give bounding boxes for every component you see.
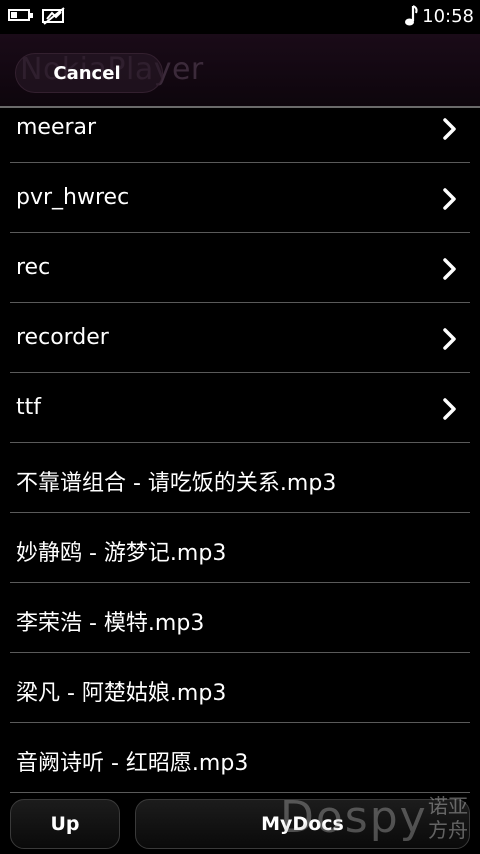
file-list: meerar pvr_hwrecrec recorder ttf 不靠谱组合 - 请吃饭… xyxy=(0,93,480,793)
clock: 10:58 xyxy=(422,6,474,27)
mute-icon xyxy=(42,7,65,25)
list-item-label: 妙静鸥 - 游梦记.mp3 xyxy=(16,541,227,566)
file-row[interactable]: 不靠谱组合 - 请吃饭的关系.mp3 xyxy=(10,443,470,513)
list-item-label: 音阙诗听 - 红昭愿.mp3 xyxy=(16,751,249,776)
folder-row[interactable]: rec xyxy=(10,233,470,303)
list-item-label: ttf xyxy=(16,395,41,420)
bottom-toolbar: Up MyDocs xyxy=(0,794,480,854)
folder-row[interactable]: recorder xyxy=(10,303,470,373)
title-divider xyxy=(0,106,480,108)
up-button[interactable]: Up xyxy=(10,799,120,849)
list-item-label: recorder xyxy=(16,325,109,350)
mydocs-button[interactable]: MyDocs xyxy=(135,799,470,849)
list-item-label: 不靠谱组合 - 请吃饭的关系.mp3 xyxy=(16,471,337,496)
list-item-label: meerar xyxy=(16,115,97,140)
folder-row[interactable]: ttf xyxy=(10,373,470,443)
chevron-right-icon xyxy=(443,188,456,210)
music-note-icon xyxy=(405,5,418,26)
file-row[interactable]: 李荣浩 - 模特.mp3 xyxy=(10,583,470,653)
file-row[interactable]: 梁凡 - 阿楚姑娘.mp3 xyxy=(10,653,470,723)
folder-row[interactable]: pvr_hwrec xyxy=(10,163,470,233)
file-row[interactable]: 妙静鸥 - 游梦记.mp3 xyxy=(10,513,470,583)
chevron-right-icon xyxy=(443,328,456,350)
battery-icon xyxy=(8,9,33,21)
chevron-right-icon xyxy=(443,118,456,140)
list-item-label: rec xyxy=(16,255,51,280)
chevron-right-icon xyxy=(443,258,456,280)
status-bar: 10:58 xyxy=(0,0,480,34)
chevron-right-icon xyxy=(443,398,456,420)
list-item-label: 李荣浩 - 模特.mp3 xyxy=(16,611,205,636)
folder-row[interactable]: meerar xyxy=(10,93,470,163)
cancel-button[interactable]: Cancel xyxy=(15,53,163,93)
file-row[interactable]: 音阙诗听 - 红昭愿.mp3 xyxy=(10,723,470,793)
list-item-label: 梁凡 - 阿楚姑娘.mp3 xyxy=(16,681,227,706)
list-item-label: pvr_hwrec xyxy=(16,185,130,210)
